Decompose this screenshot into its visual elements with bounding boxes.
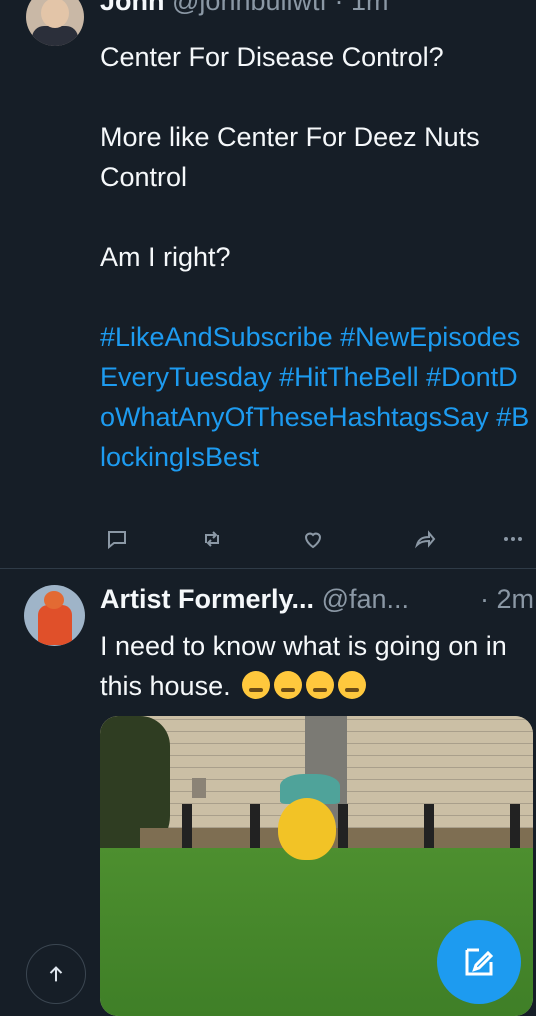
tweet-1-line: More like Center For Deez Nuts Control bbox=[100, 122, 480, 192]
arrow-up-icon bbox=[49, 966, 63, 982]
more-icon[interactable] bbox=[496, 522, 530, 556]
timestamp: · 2m bbox=[480, 584, 534, 614]
tweet-1-line: Center For Disease Control? bbox=[100, 42, 444, 72]
author-handle: @johnbullwtf · 1m bbox=[172, 0, 389, 16]
like-icon[interactable] bbox=[296, 522, 330, 556]
joy-emoji-icon bbox=[306, 671, 335, 699]
tweet-1-actions bbox=[100, 522, 530, 556]
author-name[interactable]: John bbox=[100, 0, 165, 16]
retweet-icon[interactable] bbox=[195, 522, 229, 556]
tweet-2-text: I need to know what is going on in this … bbox=[100, 626, 530, 706]
rofl-emoji-icon bbox=[338, 671, 367, 699]
smirk-emoji-icon bbox=[274, 671, 303, 699]
compose-icon bbox=[465, 948, 494, 976]
tweet-1-header: John @johnbullwtf · 1m bbox=[100, 0, 389, 17]
share-icon[interactable] bbox=[408, 522, 442, 556]
tweet-1-line: Am I right? bbox=[100, 242, 231, 272]
avatar[interactable] bbox=[26, 0, 84, 46]
scroll-to-top-button[interactable] bbox=[26, 944, 86, 1004]
tweet-1-text: Center For Disease Control? More like Ce… bbox=[100, 37, 530, 477]
tweet-2-line: I need to know what is going on in this … bbox=[100, 631, 507, 701]
avatar[interactable] bbox=[24, 585, 85, 646]
author-name[interactable]: Artist Formerly... bbox=[100, 584, 314, 614]
tweet-1[interactable]: John @johnbullwtf · 1m Center For Diseas… bbox=[0, 0, 536, 568]
author-handle: @fan... bbox=[321, 584, 410, 614]
compose-button[interactable] bbox=[437, 920, 521, 1004]
hashtag-list[interactable]: #LikeAndSubscribe #NewEpisodesEveryTuesd… bbox=[100, 317, 530, 477]
reply-icon[interactable] bbox=[100, 522, 134, 556]
thinking-emoji-icon bbox=[242, 671, 271, 699]
tweet-2-header: Artist Formerly... @fan... · 2m bbox=[100, 584, 536, 615]
